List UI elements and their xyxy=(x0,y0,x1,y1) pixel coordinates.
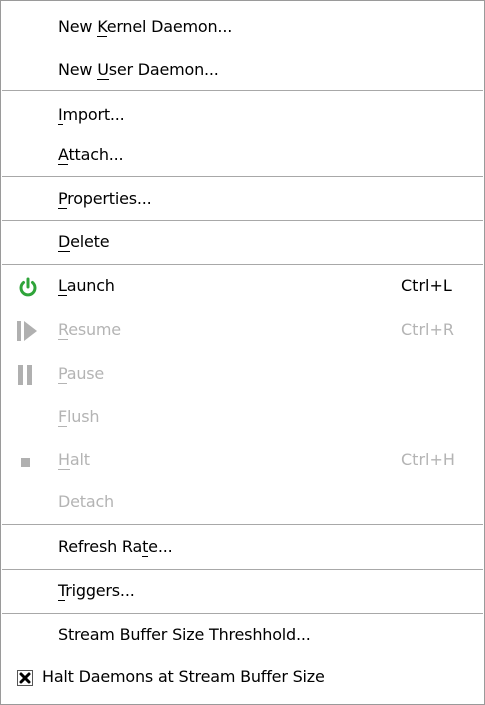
mnemonic-char: t xyxy=(142,537,149,557)
menu-item-label: Properties... xyxy=(58,189,152,209)
context-menu: New Kernel Daemon... New User Daemon... … xyxy=(0,0,485,705)
menu-separator xyxy=(2,90,483,92)
menu-item-label: Detach xyxy=(58,492,114,511)
menu-item-properties[interactable]: Properties... xyxy=(1,178,484,222)
menu-item-shortcut: Ctrl+L xyxy=(401,276,452,295)
pause-icon xyxy=(17,364,39,386)
menu-item-flush[interactable]: Flush xyxy=(1,396,484,440)
menu-item-label: New User Daemon... xyxy=(58,60,219,80)
menu-item-pause[interactable]: Pause xyxy=(1,353,484,397)
menu-item-new-user-daemon[interactable]: New User Daemon... xyxy=(1,49,484,93)
menu-item-detach[interactable]: Detach xyxy=(1,481,484,525)
mnemonic-char: H xyxy=(58,450,70,470)
menu-item-shortcut: Ctrl+H xyxy=(401,450,455,469)
menu-item-label: Pause xyxy=(58,364,105,384)
menu-item-shortcut: Ctrl+R xyxy=(401,320,454,339)
menu-item-new-kernel-daemon[interactable]: New Kernel Daemon... xyxy=(1,6,484,50)
mnemonic-char: P xyxy=(58,364,67,384)
menu-item-attach[interactable]: Attach... xyxy=(1,134,484,178)
mnemonic-char: F xyxy=(58,407,68,427)
menu-item-resume[interactable]: Resume Ctrl+R xyxy=(1,309,484,353)
menu-item-label: Delete xyxy=(58,232,110,252)
menu-item-halt[interactable]: Halt Ctrl+H xyxy=(1,439,484,483)
menu-item-label: Halt Daemons at Stream Buffer Size xyxy=(42,667,325,686)
mnemonic-char: P xyxy=(58,189,68,209)
stop-icon xyxy=(17,450,39,472)
menu-item-label: Flush xyxy=(58,407,100,427)
menu-item-label: Launch xyxy=(58,276,115,296)
menu-item-label: Import... xyxy=(58,105,125,125)
menu-item-label: Refresh Rate... xyxy=(58,537,173,557)
menu-item-label: Triggers... xyxy=(58,581,135,601)
menu-item-stream-buffer-threshold[interactable]: Stream Buffer Size Threshhold... xyxy=(1,614,484,658)
resume-icon xyxy=(17,320,39,342)
mnemonic-char: I xyxy=(58,105,63,125)
mnemonic-char: L xyxy=(58,276,67,296)
menu-item-delete[interactable]: Delete xyxy=(1,221,484,265)
mnemonic-char: T xyxy=(58,581,66,601)
menu-item-label: Attach... xyxy=(58,145,124,165)
mnemonic-char: D xyxy=(58,232,71,252)
mnemonic-char: R xyxy=(58,320,69,340)
menu-item-label: Resume xyxy=(58,320,121,340)
menu-item-label: Stream Buffer Size Threshhold... xyxy=(58,625,311,644)
mnemonic-char: A xyxy=(58,145,69,165)
checkbox-checked-icon[interactable] xyxy=(17,670,33,686)
menu-item-import[interactable]: Import... xyxy=(1,94,484,138)
menu-item-halt-daemons-at-buffer-size[interactable]: Halt Daemons at Stream Buffer Size xyxy=(1,656,484,700)
menu-item-label: Halt xyxy=(58,450,90,470)
menu-item-refresh-rate[interactable]: Refresh Rate... xyxy=(1,526,484,570)
mnemonic-char: K xyxy=(97,17,107,37)
power-icon xyxy=(17,276,39,298)
mnemonic-char: U xyxy=(97,60,109,80)
menu-item-label: New Kernel Daemon... xyxy=(58,17,233,37)
menu-item-triggers[interactable]: Triggers... xyxy=(1,570,484,614)
menu-item-launch[interactable]: Launch Ctrl+L xyxy=(1,265,484,309)
